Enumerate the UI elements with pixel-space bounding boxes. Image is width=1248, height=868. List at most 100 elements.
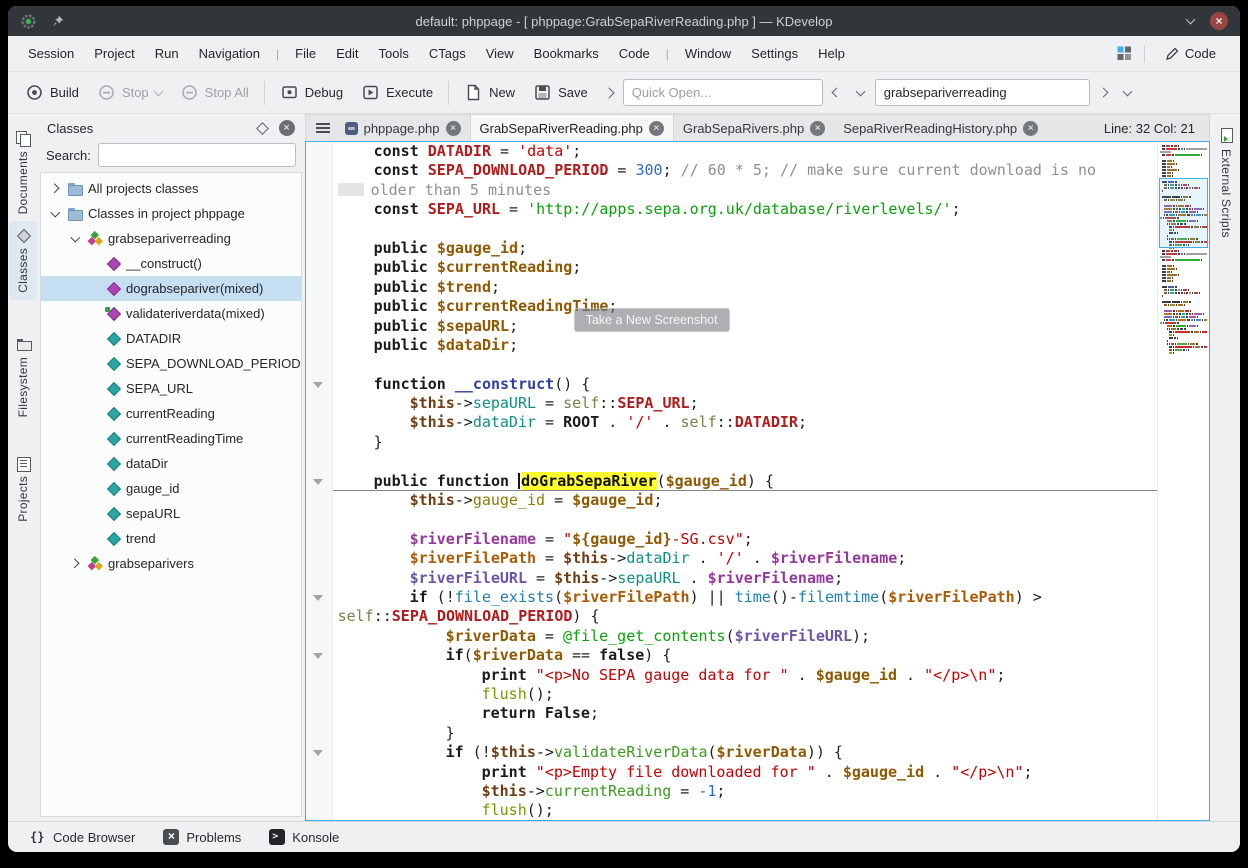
tab-close-icon[interactable] — [810, 121, 825, 136]
new-button[interactable]: New — [457, 78, 522, 107]
tree-item-currentreading[interactable]: currentReading — [41, 401, 301, 426]
code-line[interactable]: public $gauge_id; — [306, 239, 1157, 258]
tree-item-datadir[interactable]: DATADIR — [41, 326, 301, 351]
sidebar-tab-classes[interactable]: Classes — [9, 221, 37, 300]
code-line[interactable]: } — [306, 433, 1157, 452]
code-line[interactable]: print "<p>No SEPA gauge data for " . $ga… — [306, 666, 1157, 685]
status-problems[interactable]: Problems — [153, 825, 251, 849]
code-line[interactable]: if($riverData == false) { — [306, 646, 1157, 665]
toolbar-overflow-button[interactable] — [599, 81, 619, 105]
tree-item-sepa-download-period[interactable]: SEPA_DOWNLOAD_PERIOD — [41, 351, 301, 376]
menu-item-file[interactable]: File — [285, 40, 326, 67]
save-button[interactable]: Save — [526, 78, 595, 107]
fold-marker[interactable] — [306, 646, 333, 665]
window-close-button[interactable] — [1210, 12, 1228, 30]
tree-item-sepa-url[interactable]: SEPA_URL — [41, 376, 301, 401]
editor-tab-grabseparivers-php[interactable]: GrabSepaRivers.php — [674, 115, 834, 141]
code-area-button[interactable]: Code — [1157, 42, 1224, 65]
menu-item-bookmarks[interactable]: Bookmarks — [524, 40, 609, 67]
stop-dropdown-icon[interactable] — [153, 86, 163, 96]
code-line[interactable] — [306, 220, 1157, 239]
menu-item-help[interactable]: Help — [808, 40, 855, 67]
toolbar-search-input[interactable] — [875, 79, 1090, 106]
minimap-scrollbar[interactable] — [1157, 142, 1209, 820]
tree-item-all-projects-classes[interactable]: All projects classes — [41, 176, 301, 201]
tree-item-datadir[interactable]: dataDir — [41, 451, 301, 476]
search-next-button[interactable] — [1094, 81, 1114, 105]
quickopen-dropdown-button[interactable] — [851, 81, 871, 105]
code-line[interactable] — [306, 510, 1157, 529]
code-line[interactable]: $this->dataDir = ROOT . '/' . self::DATA… — [306, 413, 1157, 432]
code-area[interactable]: const DATADIR = 'data';const SEPA_DOWNLO… — [306, 142, 1157, 820]
search-dropdown-button[interactable] — [1118, 81, 1138, 105]
tree-item-gauge-id[interactable]: gauge_id — [41, 476, 301, 501]
tree-item-classes-in-project-phppage[interactable]: Classes in project phppage — [41, 201, 301, 226]
tree-item-grabseparivers[interactable]: grabseparivers — [41, 551, 301, 576]
code-line[interactable]: public $currentReadingTime; — [306, 297, 1157, 316]
code-line[interactable] — [306, 355, 1157, 374]
menu-item-code[interactable]: Code — [609, 40, 660, 67]
sidebar-tab-documents[interactable]: Documents — [9, 124, 37, 221]
menu-item-ctags[interactable]: CTags — [419, 40, 476, 67]
class-search-input[interactable] — [98, 143, 296, 167]
minimap-viewport[interactable] — [1159, 178, 1208, 248]
code-line[interactable]: $riverData = @file_get_contents($riverFi… — [306, 627, 1157, 646]
expander-expanded-icon[interactable] — [49, 207, 62, 220]
fold-marker[interactable] — [306, 588, 333, 607]
window-shade-icon[interactable] — [1186, 15, 1196, 25]
code-line[interactable]: self::SEPA_DOWNLOAD_PERIOD) { — [306, 607, 1157, 626]
code-line[interactable]: if (!$this->validateRiverData($riverData… — [306, 743, 1157, 762]
debug-button[interactable]: Debug — [273, 78, 350, 107]
tab-close-icon[interactable] — [1023, 121, 1038, 136]
build-button[interactable]: Build — [18, 78, 86, 107]
editor-tab-phppage-php[interactable]: phppage.php — [336, 115, 470, 141]
code-line[interactable]: older than 5 minutes — [306, 181, 1157, 200]
code-line[interactable]: flush(); — [306, 685, 1157, 704]
code-line[interactable]: if (!file_exists($riverFilePath) || time… — [306, 588, 1157, 607]
code-line[interactable]: const SEPA_URL = 'http://apps.sepa.org.u… — [306, 200, 1157, 219]
fold-marker[interactable] — [306, 375, 333, 394]
close-panel-icon[interactable] — [279, 120, 295, 136]
code-line[interactable]: public $trend; — [306, 278, 1157, 297]
tab-close-icon[interactable] — [446, 121, 461, 136]
code-line[interactable]: $riverFileURL = $this->sepaURL . $riverF… — [306, 569, 1157, 588]
expander-collapsed-icon[interactable] — [69, 557, 82, 570]
execute-button[interactable]: Execute — [354, 78, 440, 107]
tree-item--construct-[interactable]: __construct() — [41, 251, 301, 276]
code-line[interactable]: $this->sepaURL = self::SEPA_URL; — [306, 394, 1157, 413]
fold-marker[interactable] — [306, 743, 333, 762]
menu-item-tools[interactable]: Tools — [369, 40, 419, 67]
menu-item-project[interactable]: Project — [84, 40, 144, 67]
stop-button[interactable]: Stop — [90, 78, 169, 107]
title-bar[interactable]: default: phppage - [ phppage:GrabSepaRiv… — [8, 6, 1240, 36]
code-line[interactable]: public function doGrabSepaRiver($gauge_i… — [306, 472, 1157, 491]
tree-item-grabsepariverreading[interactable]: grabsepariverreading — [41, 226, 301, 251]
code-line[interactable]: $riverFilename = "${gauge_id}-SG.csv"; — [306, 530, 1157, 549]
code-line[interactable]: const SEPA_DOWNLOAD_PERIOD = 300; // 60 … — [306, 161, 1157, 180]
area-grid-icon[interactable] — [1117, 46, 1132, 61]
quick-open-input[interactable] — [623, 79, 823, 106]
fold-marker[interactable] — [306, 472, 333, 491]
menu-item-session[interactable]: Session — [18, 40, 84, 67]
external-scripts-tab[interactable]: External Scripts — [1213, 122, 1239, 244]
code-line[interactable]: public $currentReading; — [306, 258, 1157, 277]
code-line[interactable]: $this->gauge_id = $gauge_id; — [306, 491, 1157, 510]
tree-item-dograbsepariver-mixed-[interactable]: dograbsepariver(mixed) — [41, 276, 301, 301]
detach-panel-icon[interactable] — [256, 122, 269, 135]
menu-item-run[interactable]: Run — [145, 40, 189, 67]
expander-expanded-icon[interactable] — [69, 232, 82, 245]
quickopen-prev-button[interactable] — [827, 81, 847, 105]
editor-tab-grabsepariverreading-php[interactable]: GrabSepaRiverReading.php — [470, 115, 674, 141]
code-line[interactable]: return False; — [306, 704, 1157, 723]
menu-item-edit[interactable]: Edit — [326, 40, 368, 67]
pin-icon[interactable] — [51, 14, 65, 28]
tree-item-validateriverdata-mixed-[interactable]: validateriverdata(mixed) — [41, 301, 301, 326]
menu-item-view[interactable]: View — [476, 40, 524, 67]
code-line[interactable]: const DATADIR = 'data'; — [306, 142, 1157, 161]
status-konsole[interactable]: Konsole — [259, 825, 349, 849]
code-line[interactable]: } — [306, 724, 1157, 743]
code-line[interactable]: flush(); — [306, 801, 1157, 820]
menu-item-navigation[interactable]: Navigation — [189, 40, 270, 67]
tree-item-trend[interactable]: trend — [41, 526, 301, 551]
tree-item-sepaurl[interactable]: sepaURL — [41, 501, 301, 526]
